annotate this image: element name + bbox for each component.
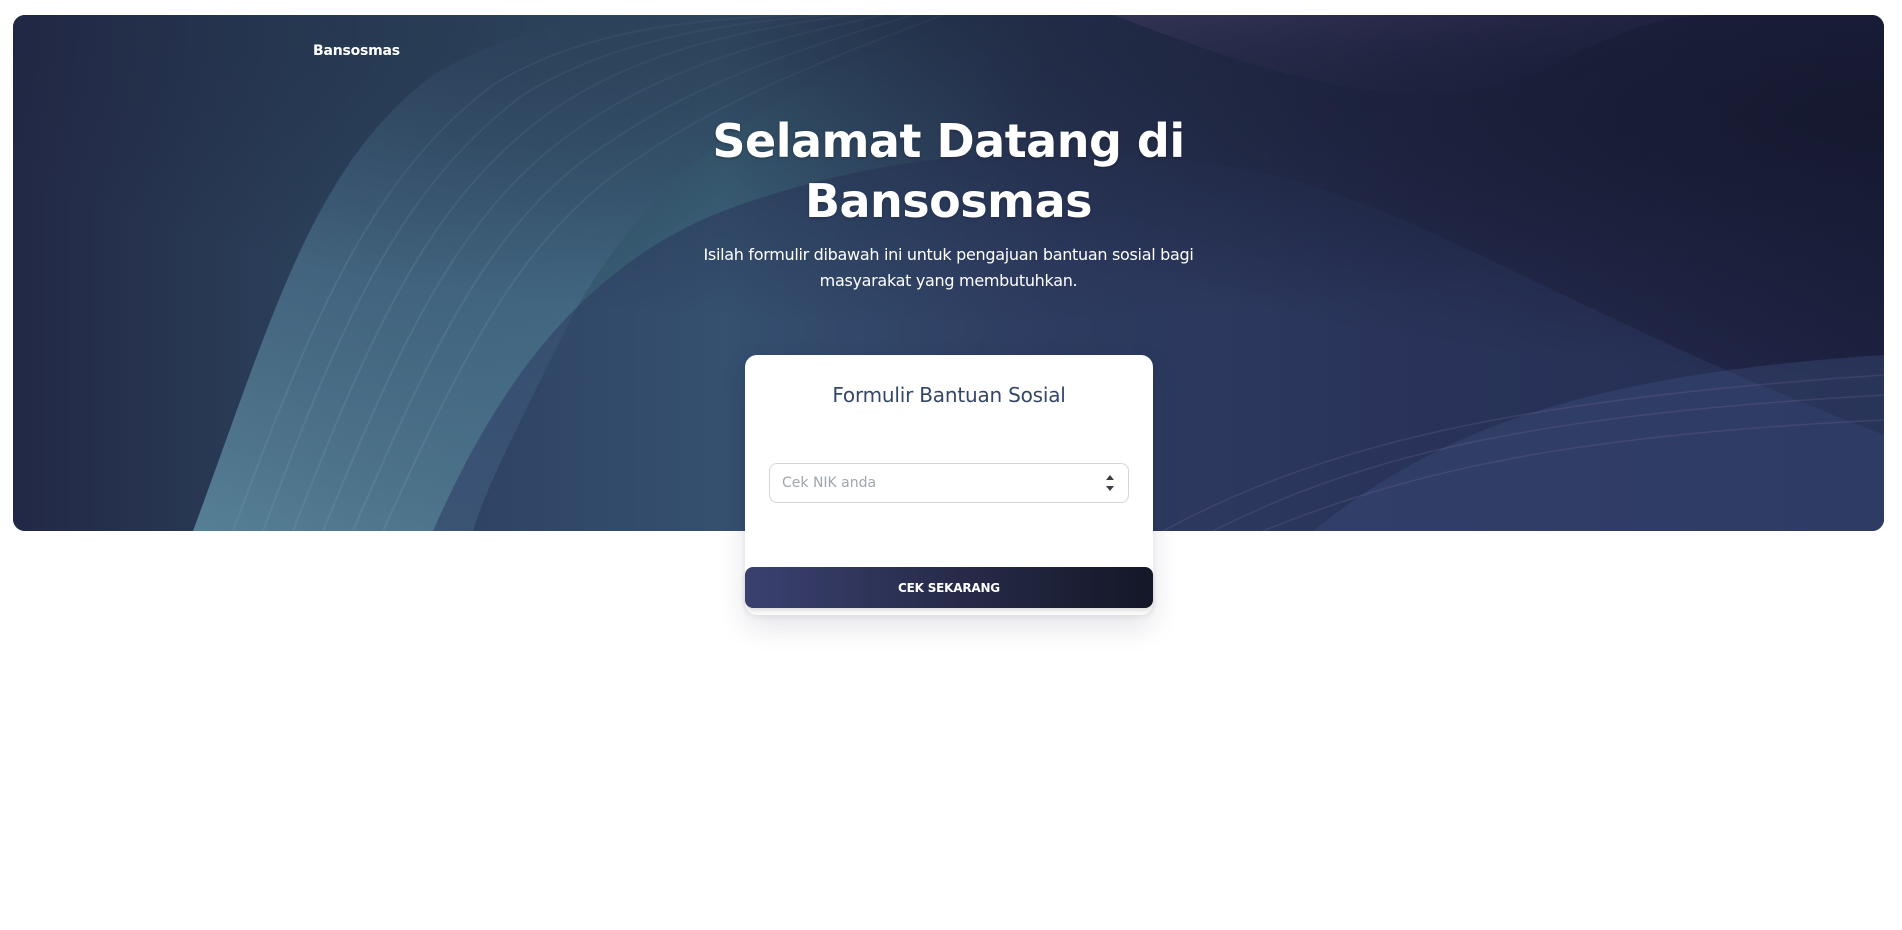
hero-subtitle: Isilah formulir dibawah ini untuk pengaj… (13, 242, 1884, 294)
brand-logo-text[interactable]: Bansosmas (313, 43, 400, 59)
form-title: Formulir Bantuan Sosial (832, 383, 1066, 407)
page: Bansosmas Selamat Datang di Bansosmas Is… (0, 0, 1902, 930)
spinner-down-icon[interactable] (1106, 486, 1114, 491)
hero-title: Selamat Datang di Bansosmas (13, 111, 1884, 231)
hero-title-line-2: Bansosmas (804, 174, 1093, 228)
hero-subtitle-line-2: masyarakat yang membutuhkan. (819, 271, 1078, 290)
spinner-up-icon[interactable] (1106, 475, 1114, 480)
hero-title-line-1: Selamat Datang di (712, 114, 1185, 168)
hero-subtitle-line-1: Isilah formulir dibawah ini untuk pengaj… (703, 245, 1194, 264)
check-now-button[interactable]: CEK SEKARANG (745, 567, 1153, 608)
form-card: Formulir Bantuan Sosial CEK SEKARANG (745, 355, 1153, 615)
spinner-arrows-icon[interactable] (1104, 473, 1116, 493)
nik-input[interactable] (770, 464, 1090, 502)
nik-field[interactable] (769, 463, 1129, 503)
